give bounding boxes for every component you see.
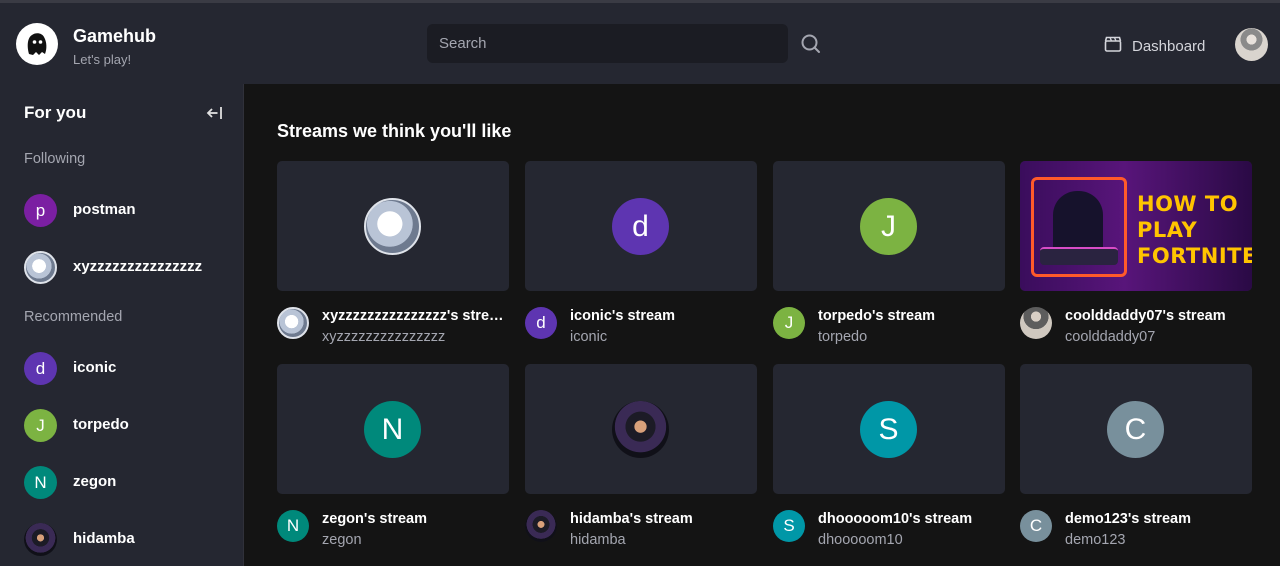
main-content: Streams we think you'll like xyzzzzzzzzz… xyxy=(245,84,1280,566)
stream-thumbnail[interactable] xyxy=(277,161,509,291)
clapperboard-icon xyxy=(1103,34,1123,59)
stream-thumbnail[interactable] xyxy=(525,364,757,494)
avatar: N xyxy=(364,401,421,458)
sidebar-item-zegon[interactable]: N zegon xyxy=(0,457,243,507)
stream-title: iconic's stream xyxy=(570,308,675,324)
thumbnail-text: HOW TO PLAY FORTNITE xyxy=(1137,191,1252,269)
stream-title: demo123's stream xyxy=(1065,511,1191,527)
stream-thumbnail[interactable]: S xyxy=(773,364,1005,494)
stream-title: xyzzzzzzzzzzzzzzz's stream xyxy=(322,308,509,324)
avatar xyxy=(277,307,309,339)
stream-thumbnail[interactable]: N xyxy=(277,364,509,494)
avatar xyxy=(364,198,421,255)
avatar xyxy=(612,401,669,458)
stream-card[interactable]: HOW TO PLAY FORTNITE coolddaddy07's stre… xyxy=(1020,161,1252,345)
page-title: Streams we think you'll like xyxy=(277,121,512,141)
avatar: C xyxy=(1020,510,1052,542)
stream-title: dhooooom10's stream xyxy=(818,511,973,527)
search-icon[interactable] xyxy=(798,31,824,57)
sidebar: For you Following p postman xyzzzzzzzzzz… xyxy=(0,84,244,566)
stream-card[interactable]: hidamba's stream hidamba xyxy=(525,364,757,548)
stream-username: dhooooom10 xyxy=(818,532,903,548)
avatar: d xyxy=(612,198,669,255)
stream-card[interactable]: S S dhooooom10's stream dhooooom10 xyxy=(773,364,1005,548)
avatar: N xyxy=(24,466,57,499)
avatar: p xyxy=(24,194,57,227)
avatar xyxy=(24,523,57,556)
user-avatar[interactable] xyxy=(1235,28,1268,61)
sidebar-item-label: hidamba xyxy=(73,530,135,547)
avatar: J xyxy=(860,198,917,255)
stream-thumbnail[interactable]: d xyxy=(525,161,757,291)
stream-card[interactable]: xyzzzzzzzzzzzzzzz's stream xyzzzzzzzzzzz… xyxy=(277,161,509,345)
brand-subtitle: Let's play! xyxy=(73,52,132,67)
stream-title: hidamba's stream xyxy=(570,511,693,527)
thumbnail-text-line: PLAY xyxy=(1137,218,1198,242)
avatar xyxy=(24,251,57,284)
recommended-section-label: Recommended xyxy=(24,309,123,325)
stream-title: coolddaddy07's stream xyxy=(1065,308,1226,324)
avatar: d xyxy=(525,307,557,339)
stream-username: iconic xyxy=(570,329,608,345)
avatar: N xyxy=(277,510,309,542)
sidebar-item-label: iconic xyxy=(73,359,117,376)
stream-username: hidamba xyxy=(570,532,626,548)
stream-username: torpedo xyxy=(818,329,868,345)
avatar: d xyxy=(24,352,57,385)
avatar xyxy=(525,510,557,542)
stream-card[interactable]: d d iconic's stream iconic xyxy=(525,161,757,345)
keyboard-desk xyxy=(1040,247,1118,265)
stream-username: zegon xyxy=(322,532,362,548)
sidebar-item-label: postman xyxy=(73,201,136,218)
brand-title[interactable]: Gamehub xyxy=(73,26,156,47)
gamehub-logo-icon[interactable] xyxy=(16,23,58,65)
dashboard-button[interactable]: Dashboard xyxy=(1103,34,1205,58)
thumbnail-text-line: HOW TO xyxy=(1137,192,1239,216)
thumbnail-text-line: FORTNITE xyxy=(1137,244,1252,268)
sidebar-item-torpedo[interactable]: J torpedo xyxy=(0,400,243,450)
avatar: J xyxy=(773,307,805,339)
dashboard-label: Dashboard xyxy=(1132,37,1206,55)
sidebar-item-xyzzzzzzzzzzzzzzz[interactable]: xyzzzzzzzzzzzzzzz xyxy=(0,242,243,292)
stream-card[interactable]: N N zegon's stream zegon xyxy=(277,364,509,548)
avatar: S xyxy=(860,401,917,458)
stream-thumbnail[interactable]: J xyxy=(773,161,1005,291)
stream-username: coolddaddy07 xyxy=(1065,329,1156,345)
search-input[interactable] xyxy=(427,24,788,63)
stream-username: demo123 xyxy=(1065,532,1126,548)
sidebar-item-iconic[interactable]: d iconic xyxy=(0,343,243,393)
sidebar-item-hidamba[interactable]: hidamba xyxy=(0,514,243,564)
avatar xyxy=(1020,307,1052,339)
collapse-sidebar-icon[interactable] xyxy=(206,104,224,122)
sidebar-item-label: torpedo xyxy=(73,416,129,433)
following-section-label: Following xyxy=(24,151,86,167)
stream-card[interactable]: C C demo123's stream demo123 xyxy=(1020,364,1252,548)
stream-thumbnail[interactable]: C xyxy=(1020,364,1252,494)
avatar: C xyxy=(1107,401,1164,458)
sidebar-item-postman[interactable]: p postman xyxy=(0,185,243,235)
sidebar-item-label: zegon xyxy=(73,473,117,490)
top-navbar: Gamehub Let's play! Dashboard xyxy=(0,0,1280,84)
stream-username: xyzzzzzzzzzzzzzzz xyxy=(322,329,446,345)
gamer-figure xyxy=(1053,191,1103,253)
avatar: J xyxy=(24,409,57,442)
sidebar-item-label: xyzzzzzzzzzzzzzzz xyxy=(73,258,203,275)
stream-card[interactable]: J J torpedo's stream torpedo xyxy=(773,161,1005,345)
sidebar-title: For you xyxy=(24,103,87,122)
stream-title: torpedo's stream xyxy=(818,308,936,324)
stream-thumbnail[interactable]: HOW TO PLAY FORTNITE xyxy=(1020,161,1252,291)
stream-title: zegon's stream xyxy=(322,511,427,527)
avatar: S xyxy=(773,510,805,542)
fortnite-thumbnail-image: HOW TO PLAY FORTNITE xyxy=(1020,161,1252,291)
